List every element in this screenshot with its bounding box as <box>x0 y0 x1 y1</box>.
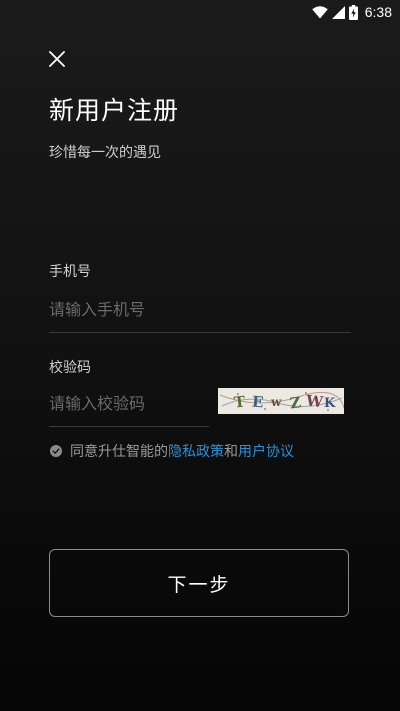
signal-icon <box>331 5 345 19</box>
privacy-policy-link[interactable]: 隐私政策 <box>168 441 224 461</box>
agreement-conjunction: 和 <box>224 444 238 460</box>
status-time: 6:38 <box>364 4 392 20</box>
page-subtitle: 珍惜每一次的遇见 <box>49 145 161 161</box>
code-input[interactable] <box>49 386 209 420</box>
captcha-char: K <box>324 396 336 411</box>
status-icons: 6:38 <box>311 2 392 22</box>
captcha-char: w <box>270 395 282 409</box>
captcha-char: E <box>251 393 264 412</box>
next-button-label: 下一步 <box>167 573 231 596</box>
next-button[interactable]: 下一步 <box>49 549 349 617</box>
agreement-row: 同意升仕智能的 隐私政策 和 用户协议 <box>50 441 294 461</box>
status-bar: 6:38 <box>0 0 400 24</box>
close-button[interactable] <box>44 46 70 72</box>
check-circle-icon[interactable] <box>50 445 62 457</box>
code-underline <box>49 426 209 427</box>
battery-charging-icon <box>348 4 358 20</box>
page-title: 新用户注册 <box>49 96 180 125</box>
agreement-text: 同意升仕智能的 <box>70 444 168 460</box>
captcha-image[interactable]: T E w Z W K <box>218 388 344 414</box>
phone-label: 手机号 <box>49 264 91 280</box>
close-icon <box>49 51 65 67</box>
code-label: 校验码 <box>49 360 91 376</box>
phone-underline <box>49 332 351 333</box>
wifi-icon <box>311 5 328 19</box>
user-agreement-link[interactable]: 用户协议 <box>238 441 294 461</box>
phone-input[interactable] <box>49 292 349 326</box>
registration-screen: 6:38 新用户注册 珍惜每一次的遇见 手机号 校验码 T E w <box>0 0 400 711</box>
captcha-char: W <box>304 391 325 411</box>
